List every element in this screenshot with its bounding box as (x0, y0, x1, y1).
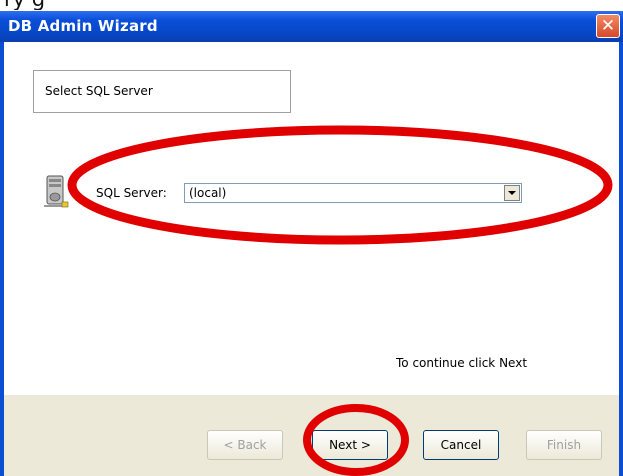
sql-server-value: (local) (189, 186, 227, 200)
continue-hint: To continue click Next (396, 356, 528, 370)
wizard-body: Select SQL Server SQL Server: (local) To… (4, 42, 619, 476)
top-caption-fragment: ry g (0, 0, 623, 10)
top-strip: ry g (0, 0, 623, 11)
dropdown-arrow-button[interactable] (504, 185, 520, 201)
back-button[interactable]: < Back (207, 430, 283, 460)
title-bar[interactable]: DB Admin Wizard ✕ (0, 11, 623, 42)
cancel-button[interactable]: Cancel (423, 430, 499, 460)
sql-server-dropdown[interactable]: (local) (184, 183, 522, 203)
close-button[interactable]: ✕ (596, 14, 620, 38)
step-title: Select SQL Server (45, 84, 153, 98)
step-header-box: Select SQL Server (33, 70, 291, 113)
window-title: DB Admin Wizard (8, 17, 158, 35)
next-button[interactable]: Next > (312, 430, 388, 460)
chevron-down-icon (508, 191, 516, 195)
sql-server-label: SQL Server: (96, 186, 167, 200)
finish-button[interactable]: Finish (526, 430, 602, 460)
close-icon: ✕ (600, 16, 616, 36)
server-icon (44, 175, 69, 208)
wizard-window: DB Admin Wizard ✕ Select SQL Server SQL … (0, 11, 623, 476)
